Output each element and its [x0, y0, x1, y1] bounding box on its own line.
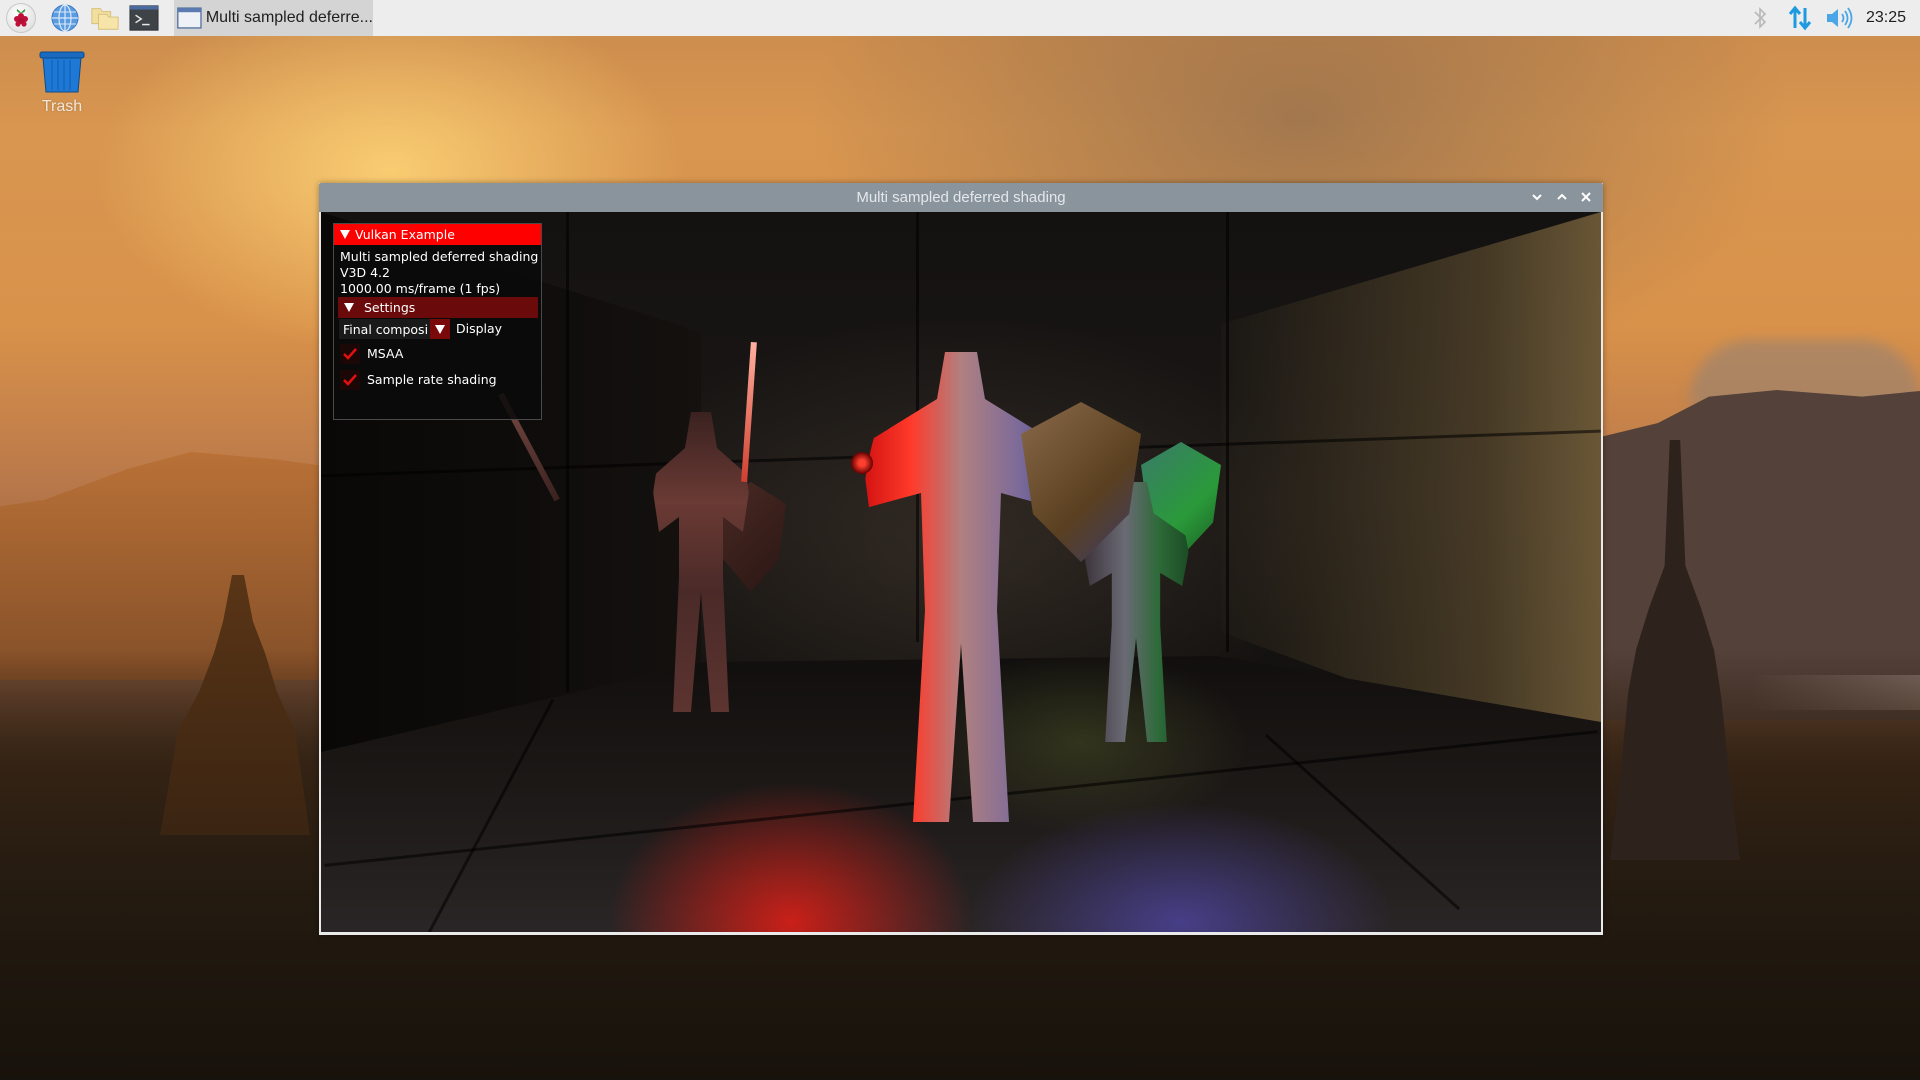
raspberry-pi-icon — [6, 3, 36, 33]
sample-name: Multi sampled deferred shading — [340, 249, 539, 264]
bluetooth-tray-button[interactable] — [1752, 0, 1768, 36]
close-button[interactable] — [1577, 188, 1595, 206]
bluetooth-icon — [1754, 7, 1767, 29]
globe-icon — [51, 4, 79, 32]
taskbar-window-label: Multi sampled deferre... — [205, 9, 373, 26]
collapse-triangle-icon — [340, 230, 350, 239]
minimize-button[interactable] — [1528, 188, 1546, 206]
volume-tray-button[interactable] — [1825, 0, 1855, 36]
settings-header[interactable]: Settings — [338, 297, 538, 318]
terminal-button[interactable] — [129, 3, 159, 33]
close-icon — [1581, 192, 1591, 202]
maximize-button[interactable] — [1553, 188, 1571, 206]
display-combo-label: Display — [456, 321, 503, 336]
app-window: Multi sampled deferred shading Vulkan Ex… — [319, 183, 1603, 935]
frame-time: 1000.00 ms/frame (1 fps) — [340, 281, 501, 296]
imgui-panel: Vulkan Example Multi sampled deferred sh… — [333, 223, 542, 420]
gpu-name: V3D 4.2 — [340, 265, 390, 280]
chevron-up-icon — [1557, 193, 1567, 200]
raspberry-menu-button[interactable] — [6, 3, 36, 33]
window-icon — [177, 7, 202, 29]
web-browser-button[interactable] — [50, 3, 80, 33]
collapse-triangle-icon — [344, 303, 354, 312]
network-tray-button[interactable] — [1787, 0, 1813, 36]
imgui-header[interactable]: Vulkan Example — [334, 224, 541, 245]
display-combo-value: Final composi — [343, 321, 429, 337]
msaa-checkbox[interactable] — [340, 344, 360, 364]
trash-icon — [39, 51, 85, 93]
display-combo-arrow[interactable] — [430, 319, 450, 339]
terminal-icon — [129, 5, 159, 31]
folder-icon — [91, 8, 119, 30]
desktop-icon-trash[interactable]: Trash — [30, 48, 94, 120]
volume-icon — [1827, 7, 1853, 29]
msaa-label: MSAA — [367, 346, 404, 361]
sample-rate-shading-label: Sample rate shading — [367, 372, 497, 387]
display-combo[interactable]: Final composi — [339, 319, 432, 339]
sample-rate-shading-checkbox[interactable] — [340, 370, 360, 390]
wall-seam — [566, 212, 569, 692]
vulkan-render-viewport[interactable]: Vulkan Example Multi sampled deferred sh… — [321, 212, 1601, 932]
file-manager-button[interactable] — [90, 3, 120, 33]
wall-seam — [1226, 212, 1229, 652]
chevron-down-icon — [1532, 194, 1542, 201]
window-titlebar[interactable]: Multi sampled deferred shading — [319, 183, 1603, 212]
checkmark-icon — [343, 374, 357, 386]
taskbar-window-button[interactable]: Multi sampled deferre... — [174, 0, 373, 36]
dropdown-arrow-icon — [435, 324, 445, 334]
network-updown-icon — [1788, 5, 1812, 31]
desktop-icon-label: Trash — [41, 98, 83, 115]
window-title: Multi sampled deferred shading — [856, 189, 1066, 206]
clock[interactable]: 23:25 — [1866, 0, 1906, 36]
imgui-header-title: Vulkan Example — [355, 227, 455, 242]
settings-header-label: Settings — [364, 300, 416, 315]
taskbar: Multi sampled deferre... 23:25 — [0, 0, 1920, 36]
checkmark-icon — [343, 348, 357, 360]
knight-chest-gem — [851, 452, 873, 474]
